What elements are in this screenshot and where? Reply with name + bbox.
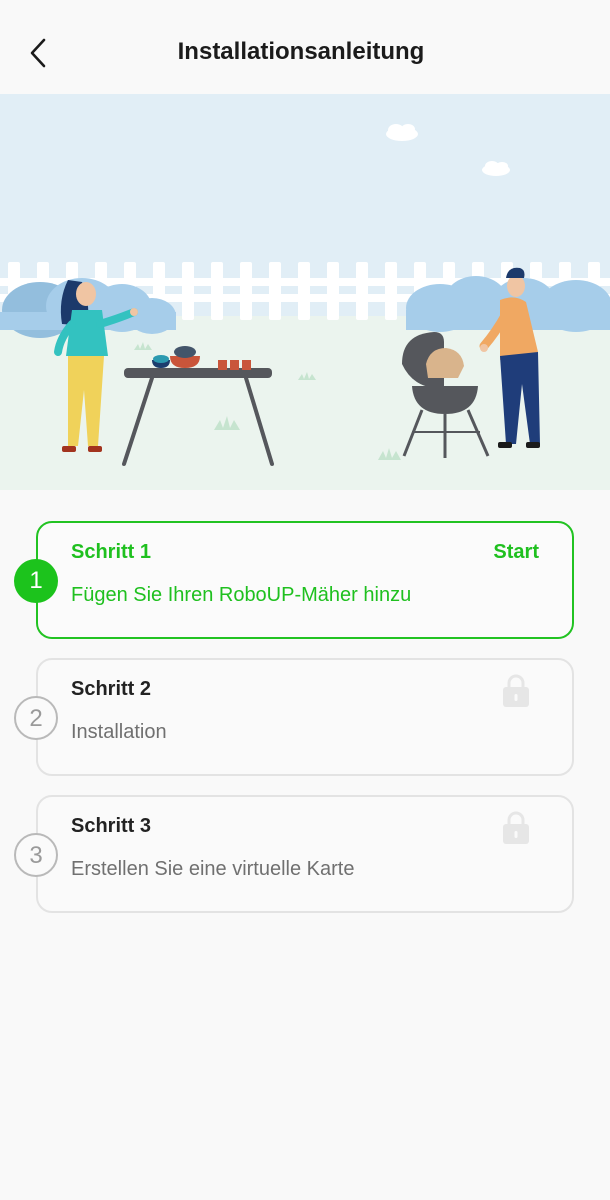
start-button[interactable]: Start [493,541,539,564]
lock-icon [502,809,530,845]
step-2-number-badge: 2 [14,696,58,740]
step-2-description: Installation [71,721,167,743]
step-3-title: Schritt 3 [71,815,152,837]
step-1-number-badge: 1 [14,559,58,603]
step-1-title: Schritt 1 [71,541,152,563]
step-2-card[interactable]: 2 Schritt 2 Installation [14,658,574,776]
step-2-title: Schritt 2 [71,678,152,700]
lock-icon [502,672,530,708]
step-1-card[interactable]: 1 Schritt 1 Start Fügen Sie Ihren RoboUP… [14,521,574,639]
step-3-number-badge: 3 [14,833,58,877]
app-header: Installationsanleitung [0,0,610,94]
step-3-description: Erstellen Sie eine virtuelle Karte [71,858,355,880]
page-title: Installationsanleitung [177,38,425,65]
step-1-description: Fügen Sie Ihren RoboUP-Mäher hinzu [71,584,412,606]
barbecue-garden-illustration [0,94,610,490]
step-3-card[interactable]: 3 Schritt 3 Erstellen Sie eine virtuelle… [14,795,574,913]
